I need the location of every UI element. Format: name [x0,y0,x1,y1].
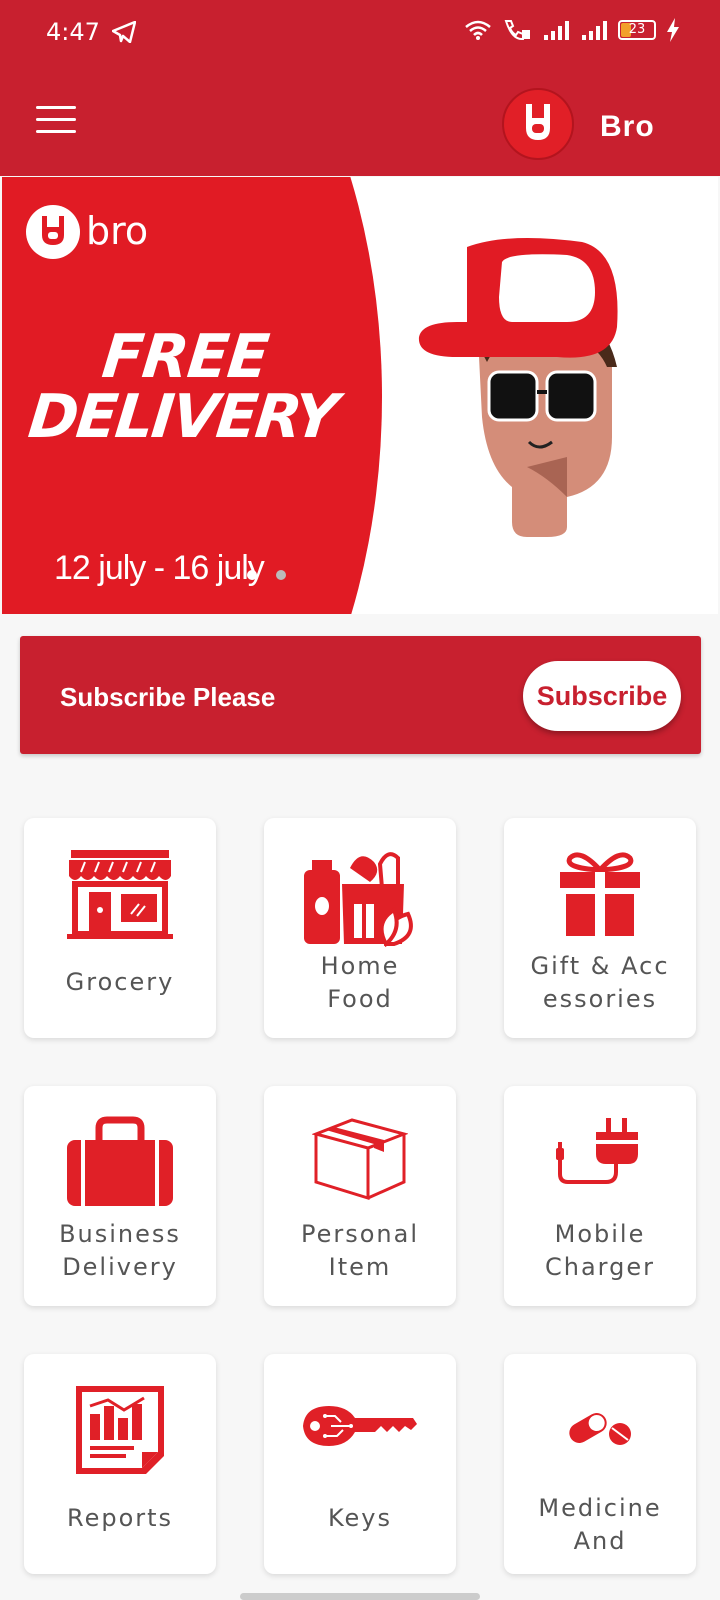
category-tile-gift-accessories[interactable]: Gift & Acc essories [504,818,696,1038]
hamburger-menu-icon[interactable] [36,106,76,136]
banner-headline: FREE DELIVERY [25,322,340,452]
subscribe-card: Subscribe Please Subscribe [20,636,701,754]
wifi-calling-icon [504,20,530,41]
status-time: 4:47 [46,18,100,46]
category-tile-medicine[interactable]: Medicine And [504,1354,696,1574]
category-tile-personal-item[interactable]: Personal Item [264,1086,456,1306]
banner-brand: bro [86,209,149,253]
battery-level: 23 [628,22,646,37]
banner-dates: 12 july - 16 july [54,549,265,587]
subscribe-button[interactable]: Subscribe [523,661,681,731]
category-tile-home-food[interactable]: Home Food [264,818,456,1038]
telegram-icon [112,21,136,43]
battery-icon: 23 [618,20,656,40]
category-label: Mobile Charger [545,1220,655,1281]
promo-banner[interactable]: bro FREE DELIVERY 12 july - 16 july [2,177,718,614]
pill-icon [569,1413,631,1445]
grocery-bag-icon [304,852,413,948]
banner-headline-line1: FREE [98,322,272,392]
charger-icon [556,1118,638,1184]
category-label: Home Food [320,952,400,1013]
storefront-icon [67,850,173,939]
category-label: Business Delivery [59,1220,181,1281]
briefcase-icon [67,1116,173,1206]
status-bar: 4:47 23 [0,0,720,64]
category-tile-keys[interactable]: Keys [264,1354,456,1574]
category-label: Reports [66,1504,174,1532]
category-label: Personal Item [300,1220,420,1281]
banner-headline-line2: DELIVERY [25,382,340,452]
category-tile-grocery[interactable]: Grocery [24,818,216,1038]
app-logo [502,88,574,160]
wifi-icon [465,20,491,40]
carousel-dot[interactable] [276,570,286,580]
box-icon [312,1118,408,1200]
brand-logo-icon [26,205,80,259]
signal-icon [544,21,569,40]
category-label: Grocery [65,968,175,996]
report-icon [76,1386,164,1474]
subscribe-text: Subscribe Please [60,682,276,712]
category-label: Gift & Acc essories [530,952,670,1013]
mascot-illustration [418,238,618,537]
category-tile-mobile-charger[interactable]: Mobile Charger [504,1086,696,1306]
carousel-dot-active[interactable] [247,570,257,580]
category-label: Keys [327,1504,392,1532]
key-icon [303,1406,417,1446]
charging-icon [667,18,679,42]
signal-icon [582,21,607,40]
status-icons: 23 [464,18,680,42]
app-title: Bro [600,110,655,143]
category-tile-reports[interactable]: Reports [24,1354,216,1574]
gesture-nav-handle[interactable] [240,1593,480,1600]
gift-icon [560,852,640,936]
category-label: Medicine And [538,1494,662,1555]
app-bar: Bro [0,64,720,176]
category-tile-business-delivery[interactable]: Business Delivery [24,1086,216,1306]
